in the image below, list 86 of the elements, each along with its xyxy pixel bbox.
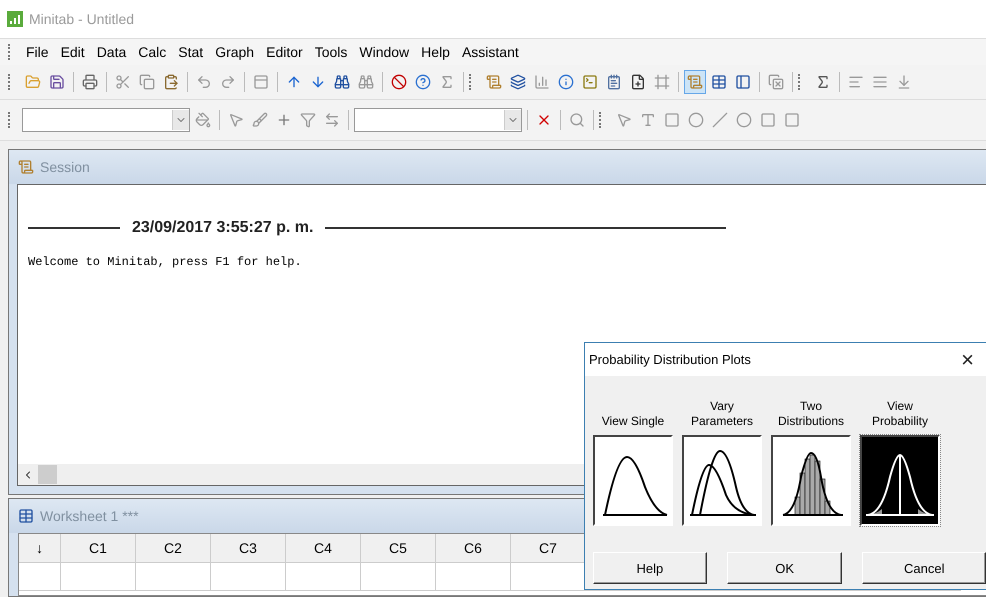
window-icon (253, 74, 269, 90)
close-button[interactable]: × (955, 348, 980, 370)
brush-icon (252, 112, 268, 128)
menu-item[interactable]: Edit (54, 42, 91, 62)
scroll-icon (18, 159, 34, 175)
printer-icon (82, 74, 98, 90)
paint-bucket-icon (195, 112, 211, 128)
menu-item[interactable]: Tools (308, 42, 354, 62)
binoculars-icon (358, 74, 374, 90)
table-cell[interactable] (286, 563, 361, 591)
ellipse-tool-icon (688, 112, 704, 128)
table-cell[interactable] (361, 563, 436, 591)
column-header: C4 (286, 534, 361, 563)
table-cell[interactable] (436, 563, 511, 591)
worksheet-title: Worksheet 1 *** (40, 508, 139, 524)
table-cell[interactable] (61, 563, 136, 591)
help-icon (415, 74, 431, 90)
scroll-icon (687, 74, 703, 90)
menu-item[interactable]: Assistant (456, 42, 525, 62)
dialog-button[interactable]: Help (593, 552, 707, 584)
insert-columns-icon (872, 74, 888, 90)
menu-item[interactable]: Calc (132, 42, 172, 62)
pointer-icon (616, 112, 632, 128)
paste-icon (163, 74, 179, 90)
filter-icon (300, 112, 316, 128)
scissors-icon (115, 74, 131, 90)
table-cell[interactable] (211, 563, 286, 591)
dialog-button[interactable]: OK (726, 552, 842, 584)
crosshair-icon (276, 112, 292, 128)
swap-icon (324, 112, 340, 128)
window-title: Minitab - Untitled (29, 11, 134, 27)
close-windows-icon (768, 74, 784, 90)
redo-icon (220, 74, 236, 90)
stop-icon (391, 74, 407, 90)
folder-icon (25, 74, 41, 90)
menu-item[interactable]: Graph (209, 42, 260, 62)
undo-icon (196, 74, 212, 90)
table-cell[interactable] (136, 563, 211, 591)
option-label: Two Distributions (776, 398, 846, 429)
column-header: C2 (136, 534, 211, 563)
frame-icon (654, 74, 670, 90)
binoculars-icon (334, 74, 350, 90)
dialog-button[interactable]: Cancel (862, 552, 986, 584)
move-down-icon (896, 74, 912, 90)
graphs-icon (534, 74, 550, 90)
info-icon (558, 74, 574, 90)
column-header: ↓ (19, 534, 61, 563)
column-header: C6 (436, 534, 511, 563)
menu-item[interactable]: Editor (260, 42, 309, 62)
column-header: C5 (361, 534, 436, 563)
option-label: Vary Parameters (690, 398, 754, 429)
dropdown-field[interactable] (22, 108, 190, 132)
app-logo-icon (7, 11, 23, 27)
session-timestamp: 23/09/2017 3:55:27 p. m. (132, 219, 314, 237)
menu-item[interactable]: Window (353, 42, 416, 62)
new-page-icon (630, 74, 646, 90)
dot-tool-icon (736, 112, 752, 128)
welcome-message: Welcome to Minitab, press F1 for help. (28, 255, 303, 269)
scroll-thumb[interactable] (38, 465, 57, 484)
scroll-icon (486, 74, 502, 90)
dialog-title: Probability Distribution Plots (589, 352, 751, 367)
menu-item[interactable]: File (20, 42, 55, 62)
rectangle-tool-icon (664, 112, 680, 128)
table-icon (711, 74, 727, 90)
session-title: Session (40, 159, 90, 175)
column-header: C1 (61, 534, 136, 563)
panel-icon (735, 74, 751, 90)
dropdown-field[interactable] (354, 108, 522, 132)
stacked-windows-icon (510, 74, 526, 90)
table-icon (18, 508, 34, 524)
menu-item[interactable]: Data (90, 42, 132, 62)
text-tool-icon (640, 112, 656, 128)
search-icon (569, 112, 585, 128)
notepad-icon (606, 74, 622, 90)
option-label: View Probability (870, 398, 930, 429)
copy-icon (139, 74, 155, 90)
pointer-icon (228, 112, 244, 128)
menu-item[interactable]: Help (415, 42, 456, 62)
option-label: View Single (602, 413, 664, 429)
column-header: C7 (511, 534, 586, 563)
column-header: C3 (211, 534, 286, 563)
save-icon (49, 74, 65, 90)
terminal-icon (582, 74, 598, 90)
menu-item[interactable]: Stat (172, 42, 210, 62)
line-tool-icon (712, 112, 728, 128)
insert-rows-icon (848, 74, 864, 90)
